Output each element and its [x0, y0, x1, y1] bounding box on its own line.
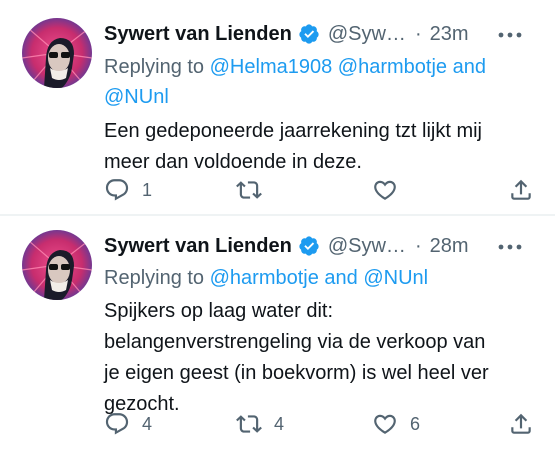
author-handle[interactable]: @Syw…: [328, 20, 406, 48]
replying-to: Replying to @Helma1908 @harmbotje and @N…: [104, 52, 534, 112]
mention-link[interactable]: @harmbotje: [210, 267, 319, 289]
timestamp[interactable]: 28m: [430, 232, 469, 260]
reply-bubble-icon: [104, 177, 130, 203]
replying-to-and[interactable]: and: [319, 267, 363, 289]
verified-badge-icon: [298, 23, 320, 45]
tweet-header: Sywert van Lienden @Syw… · 28m: [104, 232, 544, 260]
tweet[interactable]: Sywert van Lienden @Syw… · 23m Replying to …: [0, 0, 555, 214]
avatar[interactable]: [22, 230, 92, 300]
tweet[interactable]: Sywert van Lienden @Syw… · 28m Replying to …: [0, 216, 555, 456]
share-button[interactable]: [508, 410, 534, 438]
replying-to: Replying to @harmbotje and @NUnl: [104, 263, 534, 293]
timestamp[interactable]: 23m: [430, 20, 469, 48]
verified-badge-icon: [298, 235, 320, 257]
tweet-header: Sywert van Lienden @Syw… · 23m: [104, 20, 544, 48]
author-handle[interactable]: @Syw…: [328, 232, 406, 260]
retweet-count: 4: [274, 413, 285, 434]
retweet-icon: [236, 411, 262, 437]
tweet-text: Spijkers op laag water dit: belangenvers…: [104, 300, 489, 415]
separator-dot: ·: [414, 23, 422, 45]
like-button[interactable]: [372, 176, 410, 204]
tweet-actions: 1: [104, 176, 544, 204]
reply-count: 4: [142, 413, 153, 434]
avatar[interactable]: [22, 18, 92, 88]
author-name[interactable]: Sywert van Lienden: [104, 20, 292, 48]
tweet-text: Een gedeponeerde jaarrekening tzt lijkt …: [104, 120, 482, 173]
retweet-button[interactable]: [236, 176, 274, 204]
author-name[interactable]: Sywert van Lienden: [104, 232, 292, 260]
tweet-actions: 4 4 6: [104, 410, 544, 438]
more-horizontal-icon[interactable]: [498, 232, 522, 260]
reply-button[interactable]: 4: [104, 410, 152, 438]
mention-link[interactable]: @NUnl: [363, 267, 428, 289]
mention-link[interactable]: @Helma1908: [210, 56, 333, 78]
reply-count: 1: [142, 179, 153, 200]
share-icon: [508, 177, 534, 203]
replying-to-and[interactable]: and: [447, 56, 486, 78]
heart-icon: [372, 411, 398, 437]
like-button[interactable]: 6: [372, 410, 420, 438]
separator-dot: ·: [414, 235, 422, 257]
mention-link[interactable]: @NUnl: [104, 86, 169, 108]
reply-bubble-icon: [104, 411, 130, 437]
mention-link[interactable]: @harmbotje: [338, 56, 447, 78]
replying-to-label: Replying to: [104, 56, 210, 78]
like-count: 6: [410, 413, 421, 434]
replying-to-label: Replying to: [104, 267, 210, 289]
share-icon: [508, 411, 534, 437]
retweet-button[interactable]: 4: [236, 410, 284, 438]
share-button[interactable]: [508, 176, 534, 204]
retweet-icon: [236, 177, 262, 203]
more-horizontal-icon[interactable]: [498, 20, 522, 48]
heart-icon: [372, 177, 398, 203]
reply-button[interactable]: 1: [104, 176, 152, 204]
